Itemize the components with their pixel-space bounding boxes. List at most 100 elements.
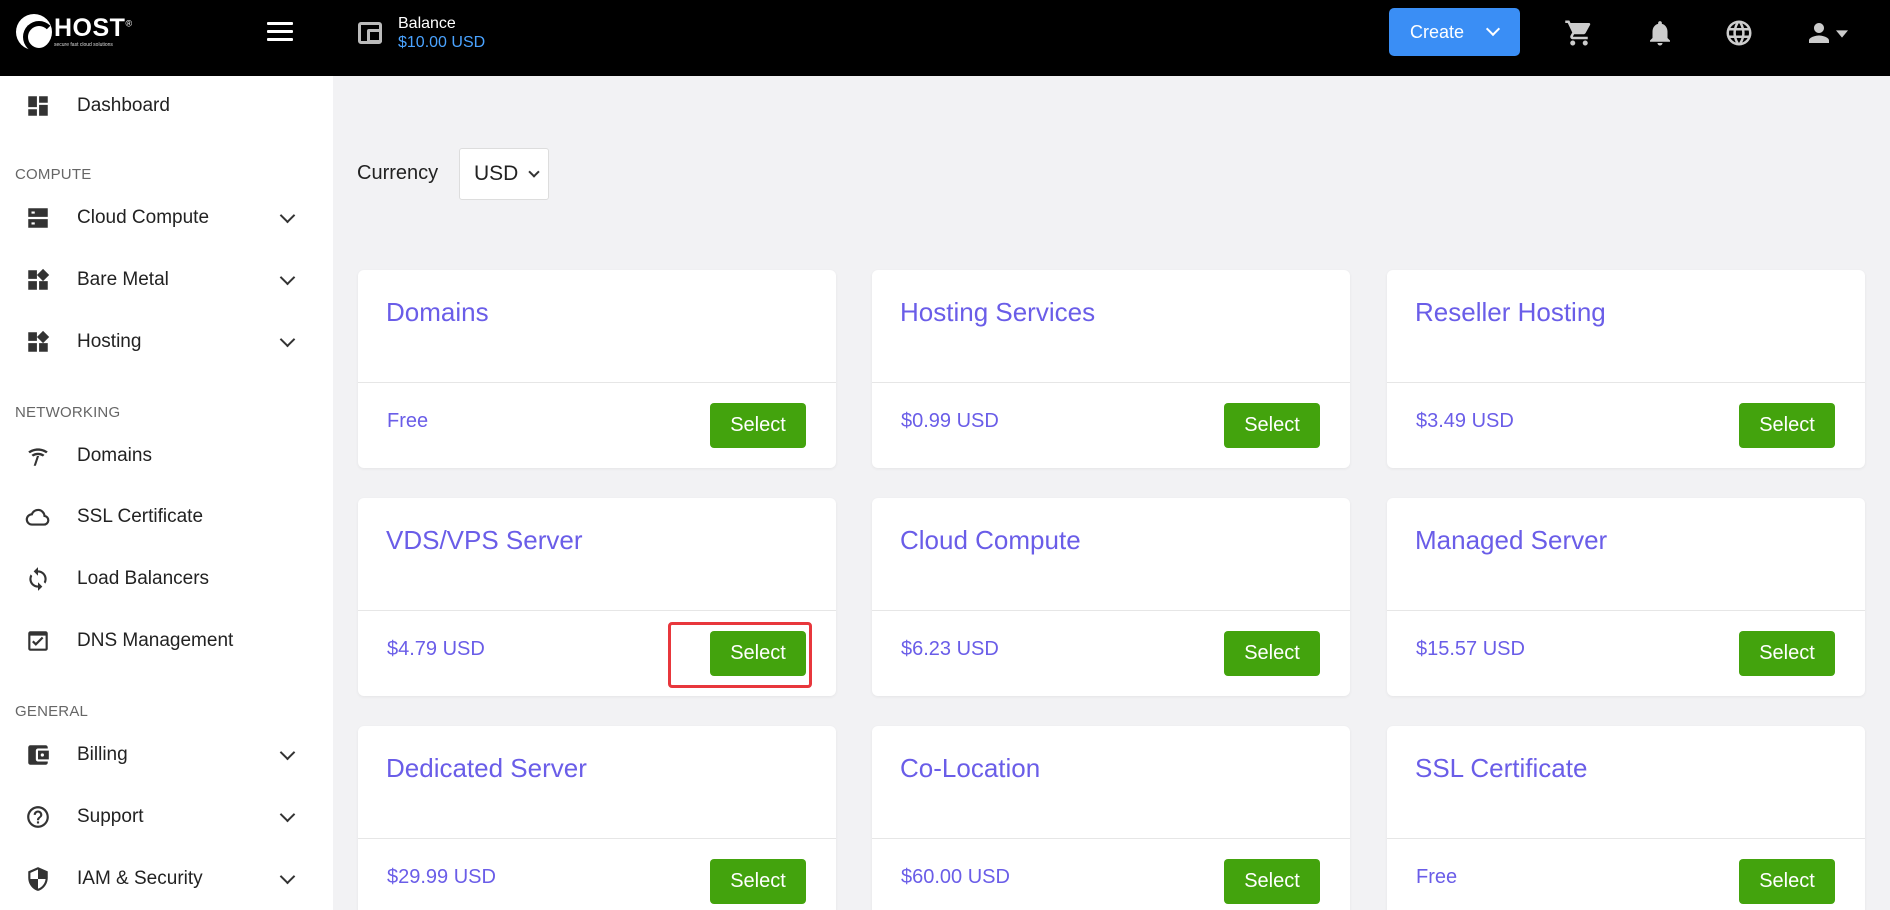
logo-text: HOST: [54, 14, 126, 42]
user-icon[interactable]: [1804, 18, 1850, 48]
sidebar: Dashboard COMPUTE Cloud Compute Bare Met…: [0, 76, 333, 910]
chevron-down-icon: [279, 331, 296, 347]
product-card: Reseller Hosting $3.49 USD Select: [1387, 270, 1865, 468]
create-button[interactable]: Create: [1389, 8, 1520, 56]
balance-label: Balance: [398, 15, 456, 32]
card-price: $3.49 USD: [1416, 410, 1514, 432]
shield-icon: [24, 865, 52, 893]
card-price: $29.99 USD: [387, 866, 496, 888]
sidebar-item-iam-security[interactable]: IAM & Security: [0, 854, 333, 904]
card-divider: [1387, 610, 1865, 611]
chevron-down-icon: [279, 744, 296, 760]
currency-select[interactable]: USD: [459, 148, 549, 200]
product-card: Dedicated Server $29.99 USD Select: [358, 726, 836, 910]
sidebar-item-label: DNS Management: [77, 630, 234, 651]
sidebar-item-label: Dashboard: [77, 95, 170, 116]
card-title[interactable]: Reseller Hosting: [1415, 297, 1606, 328]
currency-value: USD: [474, 162, 519, 185]
card-divider: [872, 610, 1350, 611]
sidebar-item-label: Bare Metal: [77, 269, 169, 290]
card-divider: [872, 382, 1350, 383]
sidebar-item-billing[interactable]: Billing: [0, 730, 333, 780]
card-price: Free: [1416, 866, 1458, 888]
chevron-down-icon: [279, 207, 296, 223]
card-title[interactable]: Co-Location: [900, 753, 1040, 784]
chevron-down-icon: [279, 806, 296, 822]
section-label-general: GENERAL: [15, 703, 89, 720]
globe-icon[interactable]: [1724, 18, 1754, 48]
sidebar-item-domains[interactable]: Domains: [0, 431, 333, 481]
logo-registered: ®: [125, 18, 133, 29]
check-box-icon: [24, 627, 52, 655]
card-price: $60.00 USD: [901, 866, 1010, 888]
section-label-networking: NETWORKING: [15, 404, 121, 421]
sidebar-item-ssl-certificate[interactable]: SSL Certificate: [0, 492, 333, 542]
card-price: $6.23 USD: [901, 638, 999, 660]
wallet-icon: [24, 741, 52, 769]
create-button-label: Create: [1410, 21, 1465, 42]
sidebar-item-label: Cloud Compute: [77, 207, 210, 228]
card-divider: [358, 382, 836, 383]
card-price: $4.79 USD: [387, 638, 485, 660]
select-button[interactable]: Select: [710, 403, 806, 448]
card-title[interactable]: Hosting Services: [900, 297, 1095, 328]
card-title[interactable]: Cloud Compute: [900, 525, 1081, 556]
select-button[interactable]: Select: [710, 859, 806, 904]
chevron-down-icon: [279, 269, 296, 285]
cart-icon[interactable]: [1564, 18, 1594, 48]
logo-icon: [16, 14, 55, 53]
logo[interactable]: HOST® secure fast cloud solutions: [16, 14, 133, 53]
product-card: VDS/VPS Server $4.79 USD Select: [358, 498, 836, 696]
card-title[interactable]: Domains: [386, 297, 489, 328]
card-price: Free: [387, 410, 429, 432]
product-card: Co-Location $60.00 USD Select: [872, 726, 1350, 910]
card-title[interactable]: Managed Server: [1415, 525, 1607, 556]
widgets-icon: [24, 266, 52, 294]
currency-label: Currency: [357, 162, 439, 184]
sidebar-item-label: IAM & Security: [77, 868, 203, 889]
chevron-down-icon: [528, 166, 540, 178]
select-button[interactable]: Select: [1739, 859, 1835, 904]
bell-icon[interactable]: [1645, 18, 1675, 48]
sidebar-item-label: Support: [77, 806, 144, 827]
product-card: SSL Certificate Free Select: [1387, 726, 1865, 910]
chevron-down-icon: [279, 868, 296, 884]
card-divider: [872, 838, 1350, 839]
card-title[interactable]: SSL Certificate: [1415, 753, 1587, 784]
sidebar-item-support[interactable]: Support: [0, 792, 333, 842]
sidebar-item-bare-metal[interactable]: Bare Metal: [0, 255, 333, 305]
balance-amount: $10.00 USD: [398, 34, 486, 51]
card-divider: [358, 838, 836, 839]
dashboard-icon: [24, 92, 52, 120]
server-icon: [24, 204, 52, 232]
sidebar-item-hosting[interactable]: Hosting: [0, 317, 333, 367]
sidebar-item-dashboard[interactable]: Dashboard: [0, 81, 333, 131]
balance-widget[interactable]: Balance $10.00 USD: [358, 14, 485, 52]
sidebar-item-load-balancers[interactable]: Load Balancers: [0, 554, 333, 604]
cloud-icon: [24, 503, 52, 531]
select-button[interactable]: Select: [1224, 631, 1320, 676]
sidebar-item-label: Hosting: [77, 331, 142, 352]
select-button[interactable]: Select: [1739, 631, 1835, 676]
section-label-compute: COMPUTE: [15, 166, 92, 183]
wallet-icon: [358, 22, 382, 44]
card-price: $0.99 USD: [901, 410, 999, 432]
card-title[interactable]: VDS/VPS Server: [386, 525, 583, 556]
product-card: Cloud Compute $6.23 USD Select: [872, 498, 1350, 696]
select-button[interactable]: Select: [1224, 403, 1320, 448]
product-card: Domains Free Select: [358, 270, 836, 468]
logo-tagline: secure fast cloud solutions: [54, 42, 113, 48]
sidebar-item-dns-management[interactable]: DNS Management: [0, 616, 333, 666]
product-card: Hosting Services $0.99 USD Select: [872, 270, 1350, 468]
card-divider: [358, 610, 836, 611]
sidebar-item-cloud-compute[interactable]: Cloud Compute: [0, 193, 333, 243]
sidebar-item-label: Load Balancers: [77, 568, 210, 589]
card-title[interactable]: Dedicated Server: [386, 753, 587, 784]
wifi-signal-icon: [24, 442, 52, 470]
select-button[interactable]: Select: [1739, 403, 1835, 448]
chevron-down-icon: [1485, 21, 1501, 37]
select-button[interactable]: Select: [1224, 859, 1320, 904]
top-bar: HOST® secure fast cloud solutions Balanc…: [0, 0, 1890, 76]
select-button[interactable]: Select: [710, 631, 806, 676]
menu-toggle-icon[interactable]: [267, 22, 293, 42]
